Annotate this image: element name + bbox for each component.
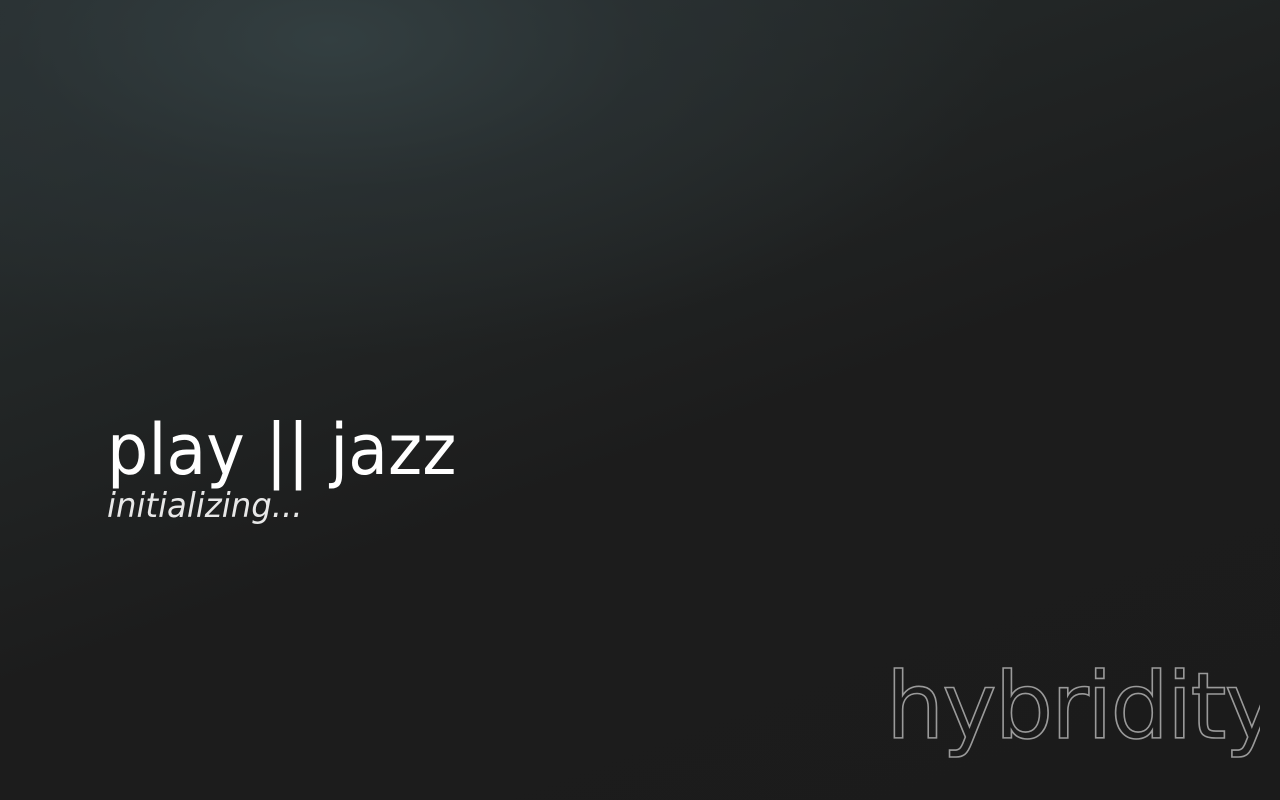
hybridity-logo: hybridity — [885, 660, 1260, 761]
logo-text: hybridity — [886, 660, 1260, 760]
loading-status: initializing... — [107, 486, 303, 526]
app-title: play || jazz — [107, 409, 457, 491]
splash-title-block: play || jazz initializing... — [107, 408, 483, 526]
